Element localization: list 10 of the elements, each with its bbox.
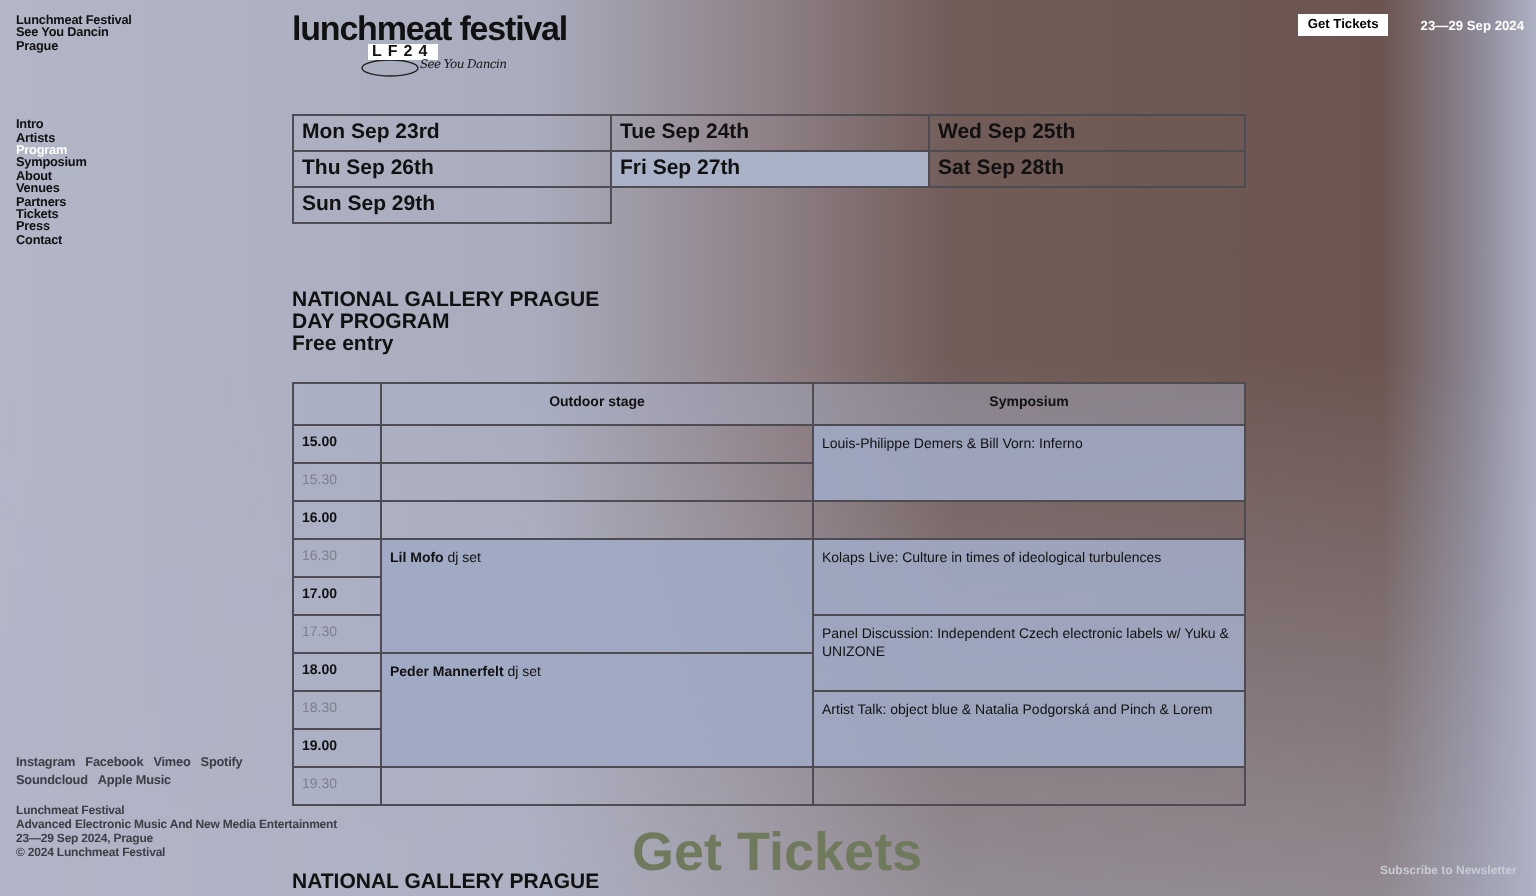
- logo-badge: LF24: [368, 44, 438, 60]
- venue-heading-line: DAY PROGRAM: [292, 312, 452, 334]
- venue-heading-line: Free entry: [292, 334, 396, 356]
- day-tab[interactable]: Sun Sep 29th: [292, 186, 612, 224]
- logo-title[interactable]: lunchmeat festival: [292, 18, 568, 42]
- day-tab[interactable]: Mon Sep 23rd: [292, 114, 612, 152]
- day-tab[interactable]: Fri Sep 27th: [610, 150, 930, 188]
- venue-heading-line: NATIONAL GALLERY PRAGUE: [292, 290, 602, 312]
- scribble-oval-icon: [360, 58, 420, 78]
- venue-heading: NATIONAL GALLERY PRAGUE: [292, 870, 600, 894]
